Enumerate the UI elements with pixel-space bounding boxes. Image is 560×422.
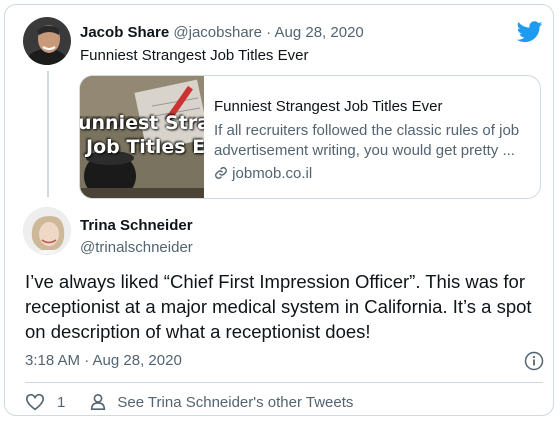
tweet-timestamp[interactable]: 3:18 AM · Aug 28, 2020 — [25, 352, 182, 369]
action-divider — [25, 382, 543, 383]
link-preview-body: Funniest Strangest Job Titles Ever If al… — [214, 98, 532, 182]
heart-icon[interactable] — [25, 393, 45, 411]
trina-schneider-avatar[interactable] — [23, 207, 71, 255]
parent-tweet-text: Funniest Strangest Job Titles Ever — [80, 47, 309, 64]
link-domain: jobmob.co.il — [232, 165, 313, 182]
parent-tweet-header: Jacob Share @jacobshare · Aug 28, 2020 — [80, 24, 364, 41]
see-other-tweets-link[interactable]: See Trina Schneider's other Tweets — [117, 394, 353, 411]
thumbnail-line-2: Job Titles Eve — [86, 136, 204, 158]
main-tweet-text: I’ve always liked “Chief First Impressio… — [25, 271, 532, 342]
link-description: If all recruiters followed the classic r… — [214, 122, 520, 159]
link-icon — [215, 167, 227, 179]
avatar-photo — [23, 17, 71, 65]
parent-tweet-date[interactable]: Aug 28, 2020 — [275, 24, 364, 41]
avatar-photo — [24, 208, 70, 254]
date-separator: · — [262, 24, 275, 41]
main-author-name[interactable]: Trina Schneider — [80, 217, 193, 234]
info-icon[interactable] — [524, 351, 544, 371]
link-preview-card[interactable]: unniest Strange Job Titles Eve Funniest … — [79, 75, 541, 199]
like-count: 1 — [57, 393, 66, 411]
parent-author-name[interactable]: Jacob Share — [80, 24, 169, 41]
main-author-handle[interactable]: @trinalschneider — [80, 239, 193, 256]
thread-connector-line — [47, 71, 49, 197]
link-domain-row: jobmob.co.il — [214, 165, 532, 182]
tweet-actions: 1 See Trina Schneider's other Tweets — [25, 393, 353, 411]
thumbnail-line-1: unniest Strange — [80, 112, 204, 134]
jacob-share-avatar[interactable] — [23, 17, 71, 65]
twitter-bird-icon[interactable] — [517, 21, 543, 43]
link-title[interactable]: Funniest Strangest Job Titles Ever — [214, 98, 532, 115]
person-icon — [91, 393, 106, 411]
parent-author-handle[interactable]: @jacobshare — [173, 24, 262, 41]
embedded-tweet-card: Jacob Share @jacobshare · Aug 28, 2020 F… — [4, 4, 554, 416]
link-thumbnail: unniest Strange Job Titles Eve — [80, 76, 204, 198]
